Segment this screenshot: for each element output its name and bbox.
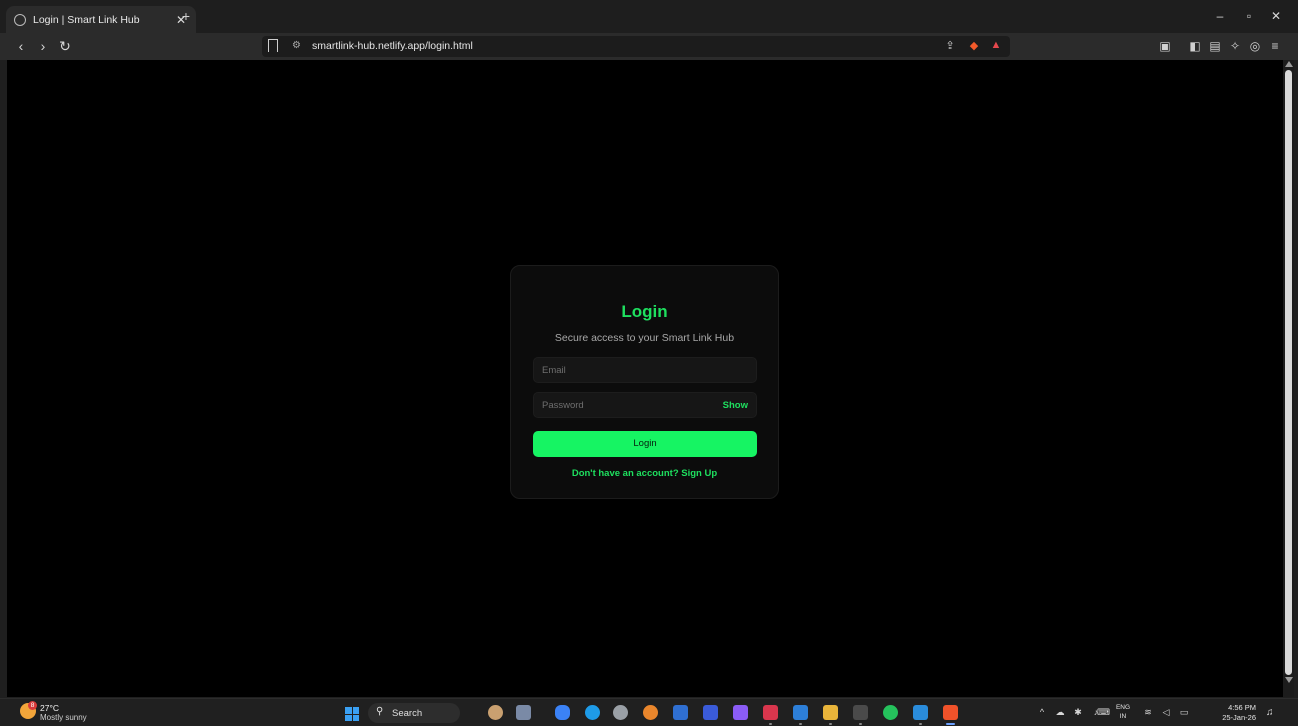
close-window-icon[interactable]: ✕ — [1268, 9, 1284, 23]
weather-badge: 8 — [28, 701, 37, 710]
zoom-app-icon[interactable] — [703, 705, 718, 720]
forward-icon[interactable]: › — [34, 37, 52, 55]
reader-mode-icon[interactable]: ▣ — [1158, 39, 1172, 53]
vpn-icon[interactable]: ◎ — [1248, 39, 1262, 53]
notification-bell-icon[interactable]: ♫ — [1266, 707, 1274, 718]
page-viewport: Login Secure access to your Smart Link H… — [7, 60, 1283, 697]
reload-icon[interactable]: ↻ — [56, 37, 74, 55]
whatsapp-icon[interactable] — [883, 705, 898, 720]
copilot-avatar-icon[interactable] — [488, 705, 503, 720]
login-button[interactable]: Login — [533, 431, 757, 457]
weather-description: Mostly sunny — [40, 713, 87, 722]
share-icon[interactable]: ⇪ — [942, 39, 958, 52]
wallet-icon[interactable]: ▤ — [1208, 39, 1222, 53]
search-icon: ⚲ — [376, 706, 384, 717]
battery-icon[interactable]: ▭ — [1178, 707, 1190, 718]
menu-icon[interactable]: ≡ — [1268, 39, 1282, 53]
running-indicator — [799, 723, 802, 725]
extensions-icon[interactable]: ✧ — [1228, 39, 1242, 53]
show-hidden-icons-icon[interactable]: ^ — [1036, 707, 1048, 717]
brave-rewards-icon[interactable]: ▲ — [988, 39, 1004, 51]
show-password-toggle[interactable]: Show — [723, 400, 748, 411]
restore-icon[interactable]: ▫ — [1241, 9, 1257, 23]
back-icon[interactable]: ‹ — [12, 37, 30, 55]
store-icon[interactable] — [673, 705, 688, 720]
chrome-icon[interactable] — [643, 705, 658, 720]
brave-shields-icon[interactable]: ◆ — [966, 39, 982, 52]
vscode-icon[interactable] — [793, 705, 808, 720]
copilot-icon[interactable] — [555, 705, 570, 720]
running-indicator — [859, 723, 862, 725]
globe-icon — [14, 13, 26, 26]
new-tab-button[interactable]: + — [178, 8, 194, 24]
login-subtitle: Secure access to your Smart Link Hub — [554, 332, 735, 344]
sidebar-icon[interactable]: ◧ — [1188, 39, 1202, 53]
browser-window: Login | Smart Link Hub ✕ + – ▫ ✕ ‹ › ↻ ⚙… — [0, 0, 1298, 726]
login-card: Login Secure access to your Smart Link H… — [510, 265, 779, 499]
wifi-icon[interactable]: ≋ — [1142, 707, 1154, 718]
site-settings-icon[interactable]: ⚙ — [292, 40, 301, 51]
wps-office-icon[interactable] — [763, 705, 778, 720]
terminal-icon[interactable] — [853, 705, 868, 720]
taskbar-search[interactable]: ⚲ Search — [368, 703, 460, 723]
address-bar[interactable]: ⚙ smartlink-hub.netlify.app/login.html ⇪… — [262, 36, 1010, 57]
scroll-thumb[interactable] — [1285, 70, 1292, 675]
clock-date: 25-Jan-26 — [1222, 713, 1256, 722]
scroll-down-arrow-icon[interactable] — [1285, 677, 1293, 683]
language-code: ENG — [1115, 704, 1131, 711]
vertical-scrollbar[interactable] — [1283, 60, 1294, 697]
bookmark-icon[interactable] — [268, 39, 278, 52]
running-indicator — [919, 723, 922, 725]
weather-temperature: 27°C — [40, 703, 59, 713]
running-indicator — [829, 723, 832, 725]
active-tab[interactable]: Login | Smart Link Hub ✕ — [6, 6, 196, 33]
email-input[interactable] — [534, 358, 756, 382]
scroll-up-arrow-icon[interactable] — [1285, 61, 1293, 67]
search-label: Search — [392, 708, 423, 719]
windows-taskbar: 8 27°C Mostly sunny ⚲ Search ^ ☁ ✱ ♪ ⌨ E… — [0, 698, 1298, 726]
url-text[interactable]: smartlink-hub.netlify.app/login.html — [312, 40, 473, 52]
onedrive-icon[interactable]: ☁ — [1054, 707, 1066, 718]
clock-time: 4:56 PM — [1228, 703, 1256, 712]
volume-icon[interactable]: ◁ — [1160, 707, 1172, 718]
bluetooth-icon[interactable]: ✱ — [1072, 707, 1084, 718]
tab-strip: Login | Smart Link Hub ✕ + – ▫ ✕ — [0, 0, 1298, 33]
edge-icon[interactable] — [585, 705, 600, 720]
signup-link[interactable]: Don't have an account? Sign Up — [511, 468, 778, 479]
navigation-bar: ‹ › ↻ ⚙ smartlink-hub.netlify.app/login.… — [0, 33, 1298, 60]
system-clock[interactable]: 4:56 PM 25-Jan-26 — [1208, 703, 1256, 723]
language-indicator[interactable]: ENG IN — [1114, 703, 1132, 721]
password-field-wrapper: Show — [533, 392, 757, 418]
file-explorer-icon[interactable] — [823, 705, 838, 720]
active-app-indicator — [946, 723, 955, 725]
region-code: IN — [1119, 713, 1127, 720]
task-view-icon[interactable] — [516, 705, 531, 720]
email-field-wrapper — [533, 357, 757, 383]
settings-app-icon[interactable] — [613, 705, 628, 720]
keyboard-icon[interactable]: ⌨ — [1097, 707, 1110, 718]
tab-title: Login | Smart Link Hub — [33, 13, 140, 26]
notepad-icon[interactable] — [913, 705, 928, 720]
minimize-icon[interactable]: – — [1212, 9, 1228, 23]
running-indicator — [769, 723, 772, 725]
windows-start-icon[interactable] — [345, 707, 359, 721]
vectorize-app-icon[interactable] — [733, 705, 748, 720]
brave-browser-icon[interactable] — [943, 705, 958, 720]
login-title: Login — [621, 302, 668, 321]
